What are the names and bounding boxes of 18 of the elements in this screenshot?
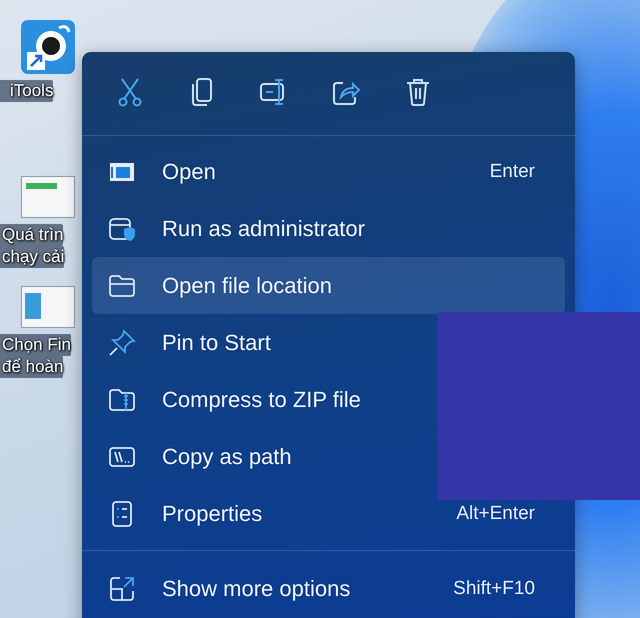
app-icon[interactable] [19,18,77,76]
icon-label: chạy cải [0,246,64,268]
menu-item[interactable]: Pin to Start [92,314,283,371]
menu-item[interactable]: Properties Alt+Enter [92,485,565,542]
expand-icon [108,574,136,602]
icon-label: để hoàn [0,356,64,378]
file-thumbnail[interactable] [21,286,75,328]
file-thumbnail[interactable] [21,176,75,218]
icon-label: Chọn Fin [0,334,71,356]
menu-item[interactable]: Copy as path [92,428,304,485]
menu-item-icon [108,328,136,356]
menu-item[interactable]: Show more options Shift+F10 [92,560,565,617]
menu-item[interactable]: Open file location [92,257,565,314]
menu-item[interactable]: Compress to ZIP file [92,371,373,428]
icon-label: Quá trìn [0,224,64,246]
icon-label: iTools [0,80,54,102]
menu-item[interactable]: Run as administrator [92,200,377,257]
menu-item[interactable]: Open Enter [92,143,565,200]
